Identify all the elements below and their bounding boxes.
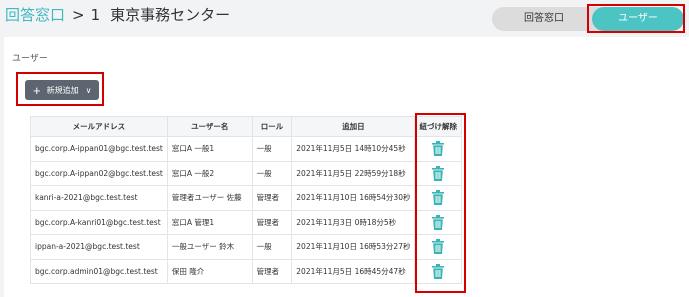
table-row: kanri-a-2021@bgc.test.test 管理者ユーザー 佐藤 管理者 2… (30, 185, 462, 211)
page-title: 東京事務センター (110, 6, 231, 24)
cell-username: 窓口A 管理1 (166, 209, 253, 235)
breadcrumb: 回答窓口 >1 東京事務センター (5, 4, 230, 25)
table-row: bgc.corp.A-ippan01@bgc.test.test 窓口A 一般1 一… (30, 136, 462, 162)
highlight-box-add (16, 72, 104, 106)
cell-username: 一般ユーザー 鈴木 (166, 234, 253, 260)
cell-email: bgc.corp.admin01@bgc.test.test (30, 258, 168, 284)
column-header-added-date: 追加日 (291, 116, 416, 137)
highlight-box-toggle (587, 4, 685, 33)
cell-role: 管理者 (251, 209, 293, 235)
cell-added-date: 2021年11月5日 22時59分18秒 (291, 160, 416, 186)
cell-email: bgc.corp.A-ippan02@bgc.test.test (30, 160, 168, 186)
cell-email: bgc.corp.A-ippan01@bgc.test.test (30, 136, 168, 162)
toggle-window-button[interactable]: 回答窓口 (492, 7, 596, 31)
table-row: bgc.corp.admin01@bgc.test.test 保田 隆介 管理者 20… (30, 258, 462, 284)
cell-role: 一般 (251, 160, 293, 186)
cell-email: kanri-a-2021@bgc.test.test (30, 185, 168, 211)
highlight-box-unlink (415, 113, 466, 293)
cell-username: 窓口A 一般2 (166, 160, 253, 186)
breadcrumb-link-window[interactable]: 回答窓口 (5, 6, 65, 24)
cell-added-date: 2021年11月5日 14時10分45秒 (291, 136, 416, 162)
table-row: ippan-a-2021@bgc.test.test 一般ユーザー 鈴木 一般 202… (30, 234, 462, 260)
table-header-row: メールアドレス ユーザー名 ロール 追加日 紐づけ解除 (30, 116, 462, 137)
column-header-role: ロール (251, 116, 293, 137)
users-table: メールアドレス ユーザー名 ロール 追加日 紐づけ解除 bgc.corp.A-i… (30, 116, 462, 284)
cell-username: 管理者ユーザー 佐藤 (166, 185, 253, 211)
cell-added-date: 2021年11月5日 16時45分47秒 (291, 258, 416, 284)
cell-email: bgc.corp.A-kanri01@bgc.test.test (30, 209, 168, 235)
column-header-email: メールアドレス (30, 116, 168, 137)
column-header-username: ユーザー名 (166, 116, 253, 137)
cell-role: 一般 (251, 234, 293, 260)
cell-added-date: 2021年11月3日 0時18分5秒 (291, 209, 416, 235)
cell-role: 管理者 (251, 258, 293, 284)
breadcrumb-number: 1 (90, 6, 101, 24)
cell-added-date: 2021年11月10日 16時54分30秒 (291, 185, 416, 211)
cell-username: 窓口A 一般1 (166, 136, 253, 162)
cell-role: 一般 (251, 136, 293, 162)
table-row: bgc.corp.A-kanri01@bgc.test.test 窓口A 管理1 管… (30, 209, 462, 235)
section-title: ユーザー (12, 54, 48, 64)
cell-added-date: 2021年11月10日 16時53分27秒 (291, 234, 416, 260)
cell-role: 管理者 (251, 185, 293, 211)
cell-username: 保田 隆介 (166, 258, 253, 284)
breadcrumb-separator: > (72, 6, 85, 24)
table-row: bgc.corp.A-ippan02@bgc.test.test 窓口A 一般2 一… (30, 160, 462, 186)
cell-email: ippan-a-2021@bgc.test.test (30, 234, 168, 260)
